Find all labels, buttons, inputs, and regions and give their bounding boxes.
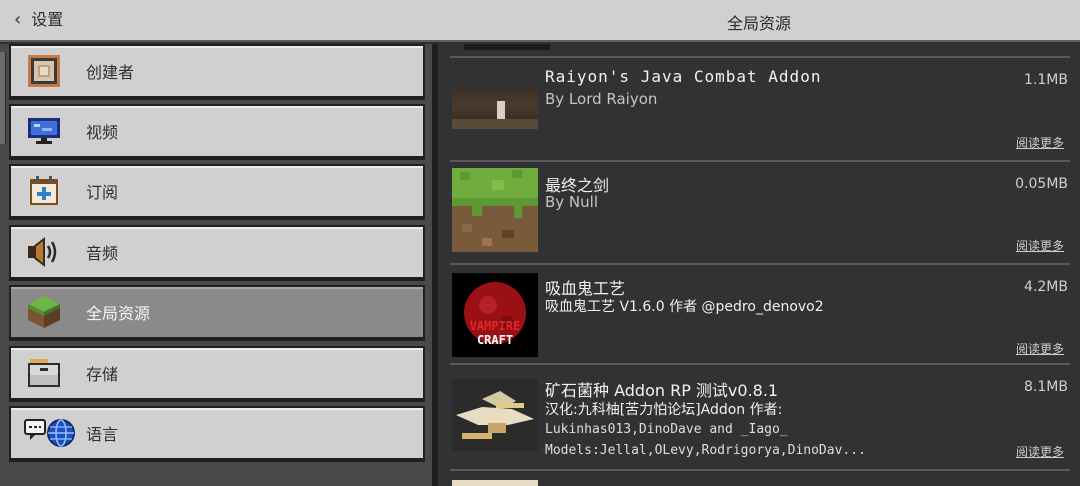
sidebar-item-global-resources[interactable]: 全局资源 <box>9 285 425 341</box>
command-block-icon <box>24 54 64 88</box>
pack-size: 1.1MB <box>1024 72 1068 88</box>
pack-authors: Lukinhas013,DinoDave and _Iago_ <box>545 422 788 437</box>
chat-globe-icon <box>24 416 76 450</box>
back-button[interactable]: ‹ 设置 <box>14 9 63 31</box>
sidebar-item-label: 语言 <box>86 425 119 444</box>
list-item <box>450 474 1070 486</box>
pack-thumbnail <box>452 87 538 129</box>
pack-description: 吸血鬼工艺 V1.6.0 作者 @pedro_denovo2 <box>545 299 824 315</box>
read-more-link[interactable]: 阅读更多 <box>1016 237 1064 254</box>
list-item-pack[interactable]: Raiyon's Java Combat Addon By Lord Raiyo… <box>450 60 1070 162</box>
calendar-plus-icon <box>24 174 64 208</box>
pack-author: By Lord Raiyon <box>545 90 658 108</box>
pack-size: 8.1MB <box>1024 379 1068 395</box>
page-title: 全局资源 <box>726 14 791 33</box>
sidebar-item-video[interactable]: 视频 <box>9 104 425 160</box>
list-item-pack[interactable]: VAMPIRE CRAFT 吸血鬼工艺 吸血鬼工艺 V1.6.0 作者 @ped… <box>450 267 1070 365</box>
pack-thumbnail <box>452 379 538 451</box>
pack-name: Raiyon's Java Combat Addon <box>545 67 822 86</box>
pack-author: By Null <box>545 193 598 211</box>
sidebar-item-language[interactable]: 语言 <box>9 406 425 462</box>
back-label: 设置 <box>31 10 64 29</box>
sidebar-item-label: 订阅 <box>86 183 119 202</box>
pack-name: 矿石菌种 Addon RP 测试v0.8.1 <box>545 381 779 400</box>
read-more-link[interactable]: 阅读更多 <box>1016 340 1064 357</box>
top-bar: ‹ 设置 全局资源 <box>0 0 1080 42</box>
monitor-icon <box>24 114 64 148</box>
speaker-icon <box>24 235 64 269</box>
pack-translator: 汉化:九科柚[苦力怕论坛]Addon 作者: <box>545 402 783 418</box>
pack-size: 0.05MB <box>1015 176 1068 192</box>
thumbnail-text: VAMPIRE <box>469 319 521 333</box>
pack-thumbnail <box>452 168 538 252</box>
list-item <box>450 44 1070 58</box>
sidebar-item-storage[interactable]: 存储 <box>9 346 425 402</box>
list-item-pack[interactable]: 矿石菌种 Addon RP 测试v0.8.1 汉化:九科柚[苦力怕论坛]Addo… <box>450 367 1070 471</box>
sidebar-edge-tab <box>0 52 6 144</box>
sidebar-item-label: 音频 <box>86 244 119 263</box>
pack-size: 4.2MB <box>1024 279 1068 295</box>
sidebar-item-label: 全局资源 <box>86 304 151 323</box>
read-more-link[interactable]: 阅读更多 <box>1016 443 1064 460</box>
read-more-link[interactable]: 阅读更多 <box>1016 134 1064 151</box>
sidebar-item-label: 存储 <box>86 365 119 384</box>
sidebar-item-audio[interactable]: 音频 <box>9 225 425 281</box>
thumbnail-text: CRAFT <box>476 333 514 347</box>
sidebar-item-label: 创建者 <box>86 63 135 82</box>
sidebar-item-label: 视频 <box>86 123 119 142</box>
sidebar-item-creator[interactable]: 创建者 <box>9 44 425 100</box>
sidebar-item-subscriptions[interactable]: 订阅 <box>9 164 425 220</box>
pack-models: Models:Jellal,OLevy,Rodrigorya,DinoDav..… <box>545 443 866 458</box>
storage-box-icon <box>24 356 64 390</box>
grass-block-icon <box>24 295 64 329</box>
chevron-left-icon: ‹ <box>14 9 22 30</box>
list-item-pack[interactable]: 最终之剑 By Null 0.05MB 阅读更多 <box>450 164 1070 265</box>
pack-thumbnail: VAMPIRE CRAFT <box>452 273 538 357</box>
